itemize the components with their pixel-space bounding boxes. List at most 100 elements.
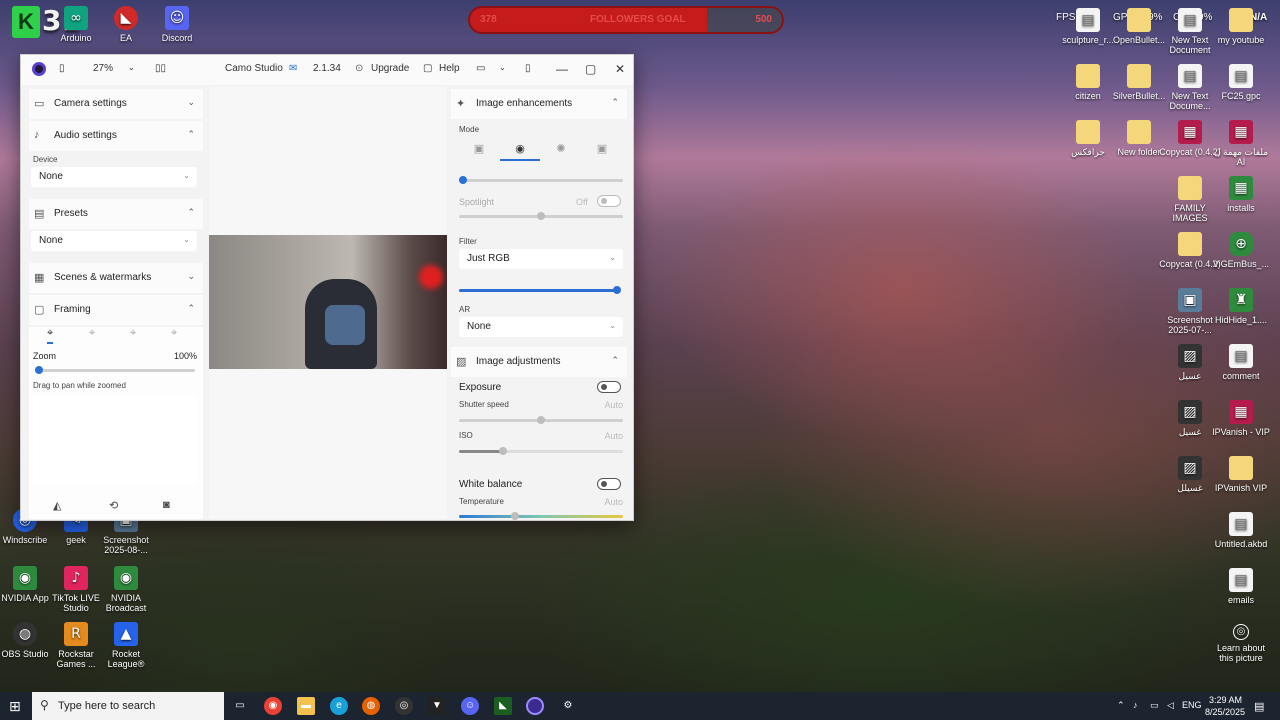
zoom-select[interactable]: 27% — [93, 63, 113, 74]
temperature-slider[interactable] — [459, 512, 623, 520]
camera-icon[interactable]: ▭ — [476, 63, 485, 74]
desktop-icon-hidhide[interactable]: ♜ HidHide_1.... — [1209, 288, 1273, 325]
presets-header[interactable]: ▤ Presets ⌃ — [29, 199, 203, 229]
slider-handle[interactable] — [499, 447, 507, 455]
app-taskbar-icon[interactable]: ▼ — [428, 697, 446, 715]
maximize-button[interactable]: ▢ — [585, 62, 596, 76]
image-enhancements-header[interactable]: ✦ Image enhancements ⌃ — [451, 89, 627, 119]
file-explorer-icon[interactable]: ▬ — [297, 697, 315, 715]
chevron-down-icon[interactable]: ⌄ — [128, 63, 135, 72]
desktop-icon-nvidia-broadcast[interactable]: ◉ NVIDIA Broadcast — [94, 566, 158, 613]
camera-feed[interactable] — [209, 235, 447, 369]
chevron-down-icon[interactable]: ⌄ — [499, 63, 506, 72]
desktop-icon-label: HidHide_1.... — [1214, 315, 1268, 325]
microphone-icon[interactable]: ♪ — [1133, 700, 1138, 710]
edge-icon[interactable]: e — [330, 697, 348, 715]
desktop-icon-my-youtube[interactable]: my youtube — [1209, 8, 1273, 45]
filter-intensity-slider[interactable] — [459, 286, 621, 294]
preset-dropdown[interactable]: None ⌄ — [31, 231, 197, 251]
volume-icon[interactable]: ◁ — [1167, 700, 1174, 711]
spotlight-toggle[interactable] — [597, 195, 621, 207]
framing-group-icon[interactable]: ⌖ — [171, 327, 177, 340]
desktop-icon-vigembus[interactable]: ⊕ ViGEmBus_... — [1209, 232, 1273, 269]
task-view-icon[interactable]: ▭ — [231, 697, 249, 715]
framing-auto-icon[interactable]: ⌖ — [89, 327, 95, 340]
desktop-icon-comment[interactable]: ▤ comment — [1209, 344, 1273, 381]
framing-preview[interactable] — [33, 395, 197, 485]
clock-date[interactable]: 8/25/2025 — [1205, 707, 1245, 717]
mode-background-icon[interactable]: ▣ — [582, 139, 622, 161]
settings-icon[interactable]: ⚙ — [559, 697, 577, 715]
desktop-icon-ipvanish-folder[interactable]: IPVanish VIP — [1209, 456, 1273, 493]
network-icon[interactable]: ▭ — [1150, 700, 1159, 711]
sidebar-toggle-icon[interactable]: ▯ — [59, 63, 65, 74]
framing-manual-icon[interactable]: ⌖ — [47, 327, 54, 344]
desktop-icon-rocket-league[interactable]: ▲ Rocket League® — [94, 622, 158, 669]
minimize-button[interactable]: — — [556, 62, 568, 76]
search-box[interactable]: ⚲ Type here to search — [32, 692, 224, 720]
desktop-icon-ipvanish-archive[interactable]: ▦ IPVanish - VIP — [1209, 400, 1273, 437]
zoom-slider[interactable] — [35, 366, 195, 374]
nvidia-taskbar-icon[interactable]: ◣ — [494, 697, 512, 715]
section-label: Image enhancements — [476, 98, 573, 109]
mode-portrait-icon[interactable]: ▣ — [459, 139, 499, 161]
discord-icon: ☺ — [165, 6, 189, 30]
framing-header[interactable]: ▢ Framing ⌃ — [29, 295, 203, 325]
filter-dropdown[interactable]: Just RGB ⌄ — [459, 249, 623, 269]
desktop-icon-untitled-akbd[interactable]: ▤ Untitled.akbd — [1209, 512, 1273, 549]
slider-handle[interactable] — [511, 512, 519, 520]
device-dropdown[interactable]: None ⌄ — [31, 167, 197, 187]
chat-icon[interactable]: ✉ — [289, 63, 297, 74]
camo-taskbar-icon[interactable] — [526, 697, 544, 715]
spotlight-slider[interactable] — [459, 212, 623, 220]
camera-settings-header[interactable]: ▭ Camera settings ⌄ — [29, 89, 203, 119]
zoom-slider-handle[interactable] — [35, 366, 43, 374]
mode-person-icon[interactable]: ◉ — [500, 139, 540, 161]
mode-blur-icon[interactable]: ✺ — [541, 139, 581, 161]
desktop-icon-installs[interactable]: ▦ installs — [1209, 176, 1273, 213]
framing-person-icon[interactable]: ⌖ — [130, 327, 136, 340]
image-adjustments-header[interactable]: ▨ Image adjustments ⌃ — [451, 347, 627, 377]
chrome-icon[interactable]: ◉ — [264, 697, 282, 715]
obs-taskbar-icon[interactable]: ◎ — [395, 697, 413, 715]
folder-icon — [1076, 64, 1100, 88]
slider-handle[interactable] — [459, 176, 467, 184]
desktop-icon-learn-picture[interactable]: ◎ Learn about this picture — [1209, 624, 1273, 663]
iso-slider[interactable] — [459, 447, 623, 455]
shutter-speed-slider[interactable] — [459, 416, 623, 424]
clock-time[interactable]: 3:29 AM — [1209, 695, 1242, 705]
close-button[interactable]: ✕ — [615, 62, 625, 76]
mode-intensity-slider[interactable] — [459, 176, 623, 184]
discord-taskbar-icon[interactable]: ☺ — [461, 697, 479, 715]
desktop-icon-label: Learn about this picture — [1216, 643, 1266, 663]
magic-wand-icon: ✦ — [456, 98, 466, 110]
ar-dropdown[interactable]: None ⌄ — [459, 317, 623, 337]
windows-start-icon[interactable]: ⊞ — [9, 698, 21, 715]
slider-handle[interactable] — [537, 212, 545, 220]
firefox-icon[interactable]: ◍ — [362, 697, 380, 715]
desktop-icon-ai-files[interactable]: ▦ ملفات مهمة ل AI — [1209, 120, 1273, 167]
language-indicator[interactable]: ENG — [1182, 700, 1202, 710]
desktop-icon-discord[interactable]: ☺ Discord — [145, 6, 209, 43]
desktop-icon-fc25[interactable]: ▤ FC25.gpc — [1209, 64, 1273, 101]
desktop-icon-label: New Text Document — [1169, 35, 1211, 55]
split-view-icon[interactable]: ▯▯ — [155, 63, 166, 74]
desktop-icon-label: emails — [1227, 595, 1254, 605]
device-label: Device — [33, 155, 58, 164]
desktop-icon-label: ViGEmBus_... — [1212, 259, 1270, 269]
desktop-icon-emails[interactable]: ▤ emails — [1209, 568, 1273, 605]
white-balance-toggle[interactable] — [597, 478, 621, 490]
rotate-icon[interactable]: ⟲ — [109, 499, 118, 512]
flip-icon[interactable]: ◭ — [53, 499, 61, 512]
upgrade-button[interactable]: Upgrade — [371, 63, 409, 74]
notifications-icon[interactable]: ▤ — [1254, 700, 1264, 713]
chevron-up-icon[interactable]: ⌃ — [1117, 700, 1125, 711]
slider-handle[interactable] — [613, 286, 621, 294]
snapshot-icon[interactable]: ◙ — [163, 499, 170, 511]
help-button[interactable]: Help — [439, 63, 460, 74]
exposure-toggle[interactable] — [597, 381, 621, 393]
panel-toggle-icon[interactable]: ▯ — [525, 63, 531, 74]
audio-settings-header[interactable]: ♪ Audio settings ⌃ — [29, 121, 203, 151]
slider-handle[interactable] — [537, 416, 545, 424]
scenes-watermarks-header[interactable]: ▦ Scenes & watermarks ⌄ — [29, 263, 203, 293]
